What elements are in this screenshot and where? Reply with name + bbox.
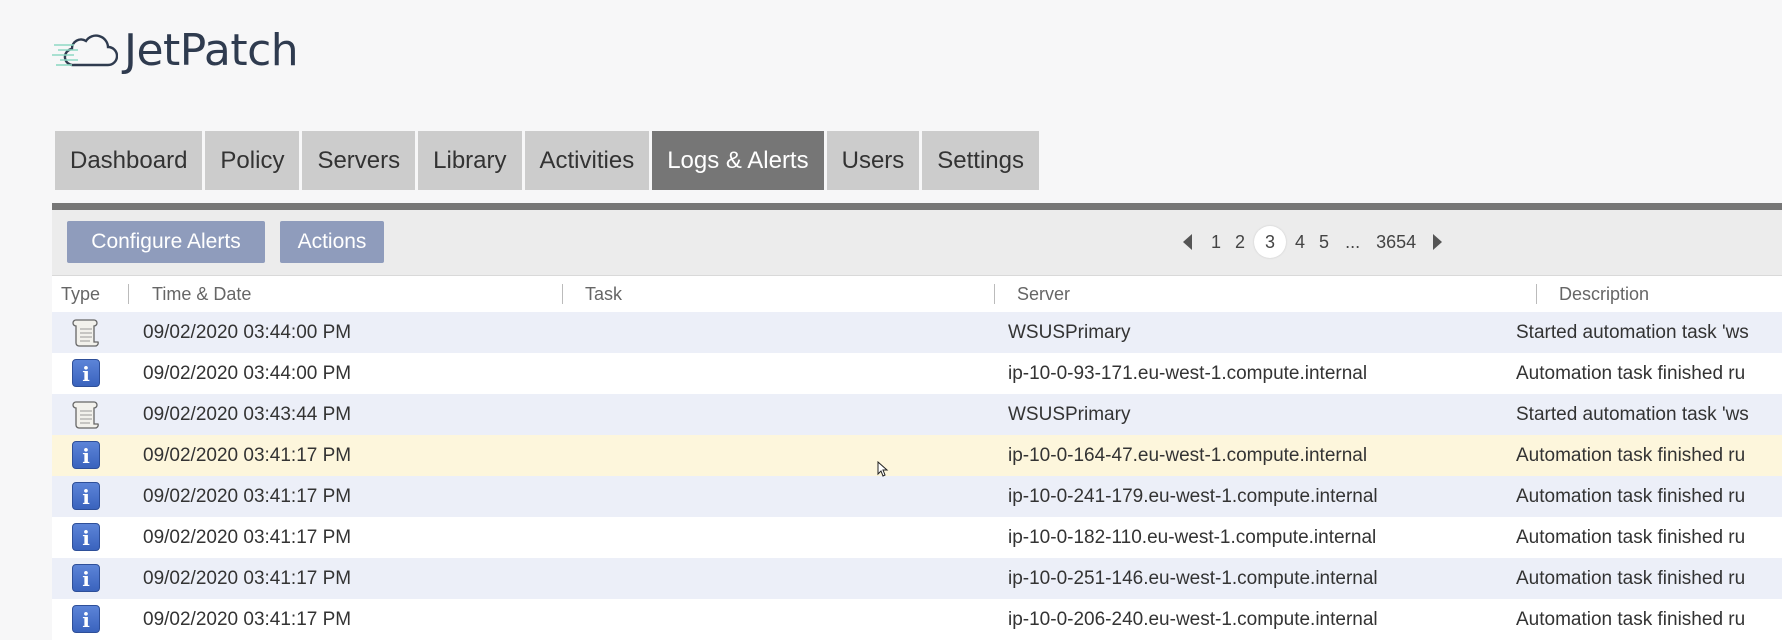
info-icon: i: [70, 357, 102, 389]
page-1[interactable]: 1: [1204, 226, 1228, 258]
page-2[interactable]: 2: [1228, 226, 1252, 258]
table-row[interactable]: 09/02/2020 03:43:44 PM WSUSPrimary Start…: [52, 394, 1782, 435]
column-resize-handle[interactable]: [994, 284, 995, 304]
tab-users[interactable]: Users: [826, 131, 920, 190]
logs-toolbar: Configure Alerts Actions 1 2 3 4 5 ... 3…: [52, 210, 1782, 276]
main-nav-tabs: Dashboard Policy Servers Library Activit…: [55, 131, 1042, 190]
cell-description: Automation task finished ru: [1516, 445, 1746, 466]
column-time-date[interactable]: Time & Date: [152, 276, 251, 312]
cell-time: 09/02/2020 03:43:44 PM: [143, 404, 352, 425]
column-type[interactable]: Type: [61, 276, 100, 312]
cell-time: 09/02/2020 03:41:17 PM: [143, 445, 352, 466]
info-icon: i: [70, 521, 102, 553]
cell-description: Automation task finished ru: [1516, 486, 1746, 507]
info-icon: i: [70, 603, 102, 635]
configure-alerts-button[interactable]: Configure Alerts: [67, 221, 265, 263]
tab-library[interactable]: Library: [418, 131, 522, 190]
page-5[interactable]: 5: [1312, 226, 1336, 258]
tab-policy[interactable]: Policy: [205, 131, 300, 190]
table-header: Type Time & Date Task Server Description: [52, 276, 1782, 312]
tab-settings[interactable]: Settings: [922, 131, 1039, 190]
cell-description: Automation task finished ru: [1516, 527, 1746, 548]
column-resize-handle[interactable]: [562, 284, 563, 304]
log-scroll-icon: [70, 316, 102, 348]
info-icon: i: [70, 480, 102, 512]
column-description[interactable]: Description: [1559, 276, 1649, 312]
page-ellipsis: ...: [1345, 232, 1361, 252]
page-last[interactable]: 3654: [1369, 226, 1423, 258]
table-row[interactable]: i 09/02/2020 03:41:17 PM ip-10-0-241-179…: [52, 476, 1782, 517]
info-icon: i: [70, 562, 102, 594]
jetpatch-logo[interactable]: JetPatch: [52, 25, 299, 76]
table-row[interactable]: i 09/02/2020 03:41:17 PM ip-10-0-251-146…: [52, 558, 1782, 599]
table-row[interactable]: i 09/02/2020 03:41:17 PM ip-10-0-164-47.…: [52, 435, 1782, 476]
tab-dashboard[interactable]: Dashboard: [55, 131, 203, 190]
actions-button[interactable]: Actions: [280, 221, 384, 263]
brand-name: JetPatch: [124, 25, 299, 76]
log-scroll-icon: [70, 398, 102, 430]
cell-time: 09/02/2020 03:44:00 PM: [143, 322, 352, 343]
tab-activities[interactable]: Activities: [524, 131, 650, 190]
prev-page-icon[interactable]: [1183, 234, 1192, 250]
table-row[interactable]: 09/02/2020 03:44:00 PM WSUSPrimary Start…: [52, 312, 1782, 353]
table-row[interactable]: i 09/02/2020 03:41:17 PM ip-10-0-206-240…: [52, 599, 1782, 640]
cell-time: 09/02/2020 03:41:17 PM: [143, 568, 352, 589]
cell-server: ip-10-0-241-179.eu-west-1.compute.intern…: [1008, 486, 1378, 507]
mouse-cursor-icon: [877, 461, 889, 477]
cell-time: 09/02/2020 03:41:17 PM: [143, 527, 352, 548]
cell-description: Started automation task 'ws: [1516, 404, 1749, 425]
cell-server: ip-10-0-206-240.eu-west-1.compute.intern…: [1008, 609, 1378, 630]
pagination: 1 2 3 4 5 ... 3654: [1183, 226, 1443, 258]
next-page-icon[interactable]: [1433, 234, 1443, 250]
cell-server: ip-10-0-164-47.eu-west-1.compute.interna…: [1008, 445, 1368, 466]
cell-description: Automation task finished ru: [1516, 568, 1746, 589]
tab-logs-alerts[interactable]: Logs & Alerts: [652, 131, 824, 190]
cell-description: Automation task finished ru: [1516, 363, 1746, 384]
table-row[interactable]: i 09/02/2020 03:41:17 PM ip-10-0-182-110…: [52, 517, 1782, 558]
cell-time: 09/02/2020 03:41:17 PM: [143, 609, 352, 630]
cloud-logo-icon: [52, 34, 118, 67]
tab-underline-bar: [52, 203, 1782, 210]
column-task[interactable]: Task: [585, 276, 622, 312]
page-4[interactable]: 4: [1288, 226, 1312, 258]
cell-server: ip-10-0-182-110.eu-west-1.compute.intern…: [1008, 527, 1377, 548]
column-server[interactable]: Server: [1017, 276, 1070, 312]
cell-server: ip-10-0-251-146.eu-west-1.compute.intern…: [1008, 568, 1378, 589]
page-3-current[interactable]: 3: [1254, 226, 1287, 258]
cell-server: ip-10-0-93-171.eu-west-1.compute.interna…: [1008, 363, 1368, 384]
column-resize-handle[interactable]: [128, 284, 129, 304]
cell-server: WSUSPrimary: [1008, 404, 1131, 425]
cell-time: 09/02/2020 03:41:17 PM: [143, 486, 352, 507]
cell-description: Started automation task 'ws: [1516, 322, 1749, 343]
log-table-body: 09/02/2020 03:44:00 PM WSUSPrimary Start…: [52, 312, 1782, 640]
column-resize-handle[interactable]: [1536, 284, 1537, 304]
cell-server: WSUSPrimary: [1008, 322, 1131, 343]
info-icon: i: [70, 439, 102, 471]
cell-time: 09/02/2020 03:44:00 PM: [143, 363, 352, 384]
cell-description: Automation task finished ru: [1516, 609, 1746, 630]
table-row[interactable]: i 09/02/2020 03:44:00 PM ip-10-0-93-171.…: [52, 353, 1782, 394]
tab-servers[interactable]: Servers: [302, 131, 416, 190]
